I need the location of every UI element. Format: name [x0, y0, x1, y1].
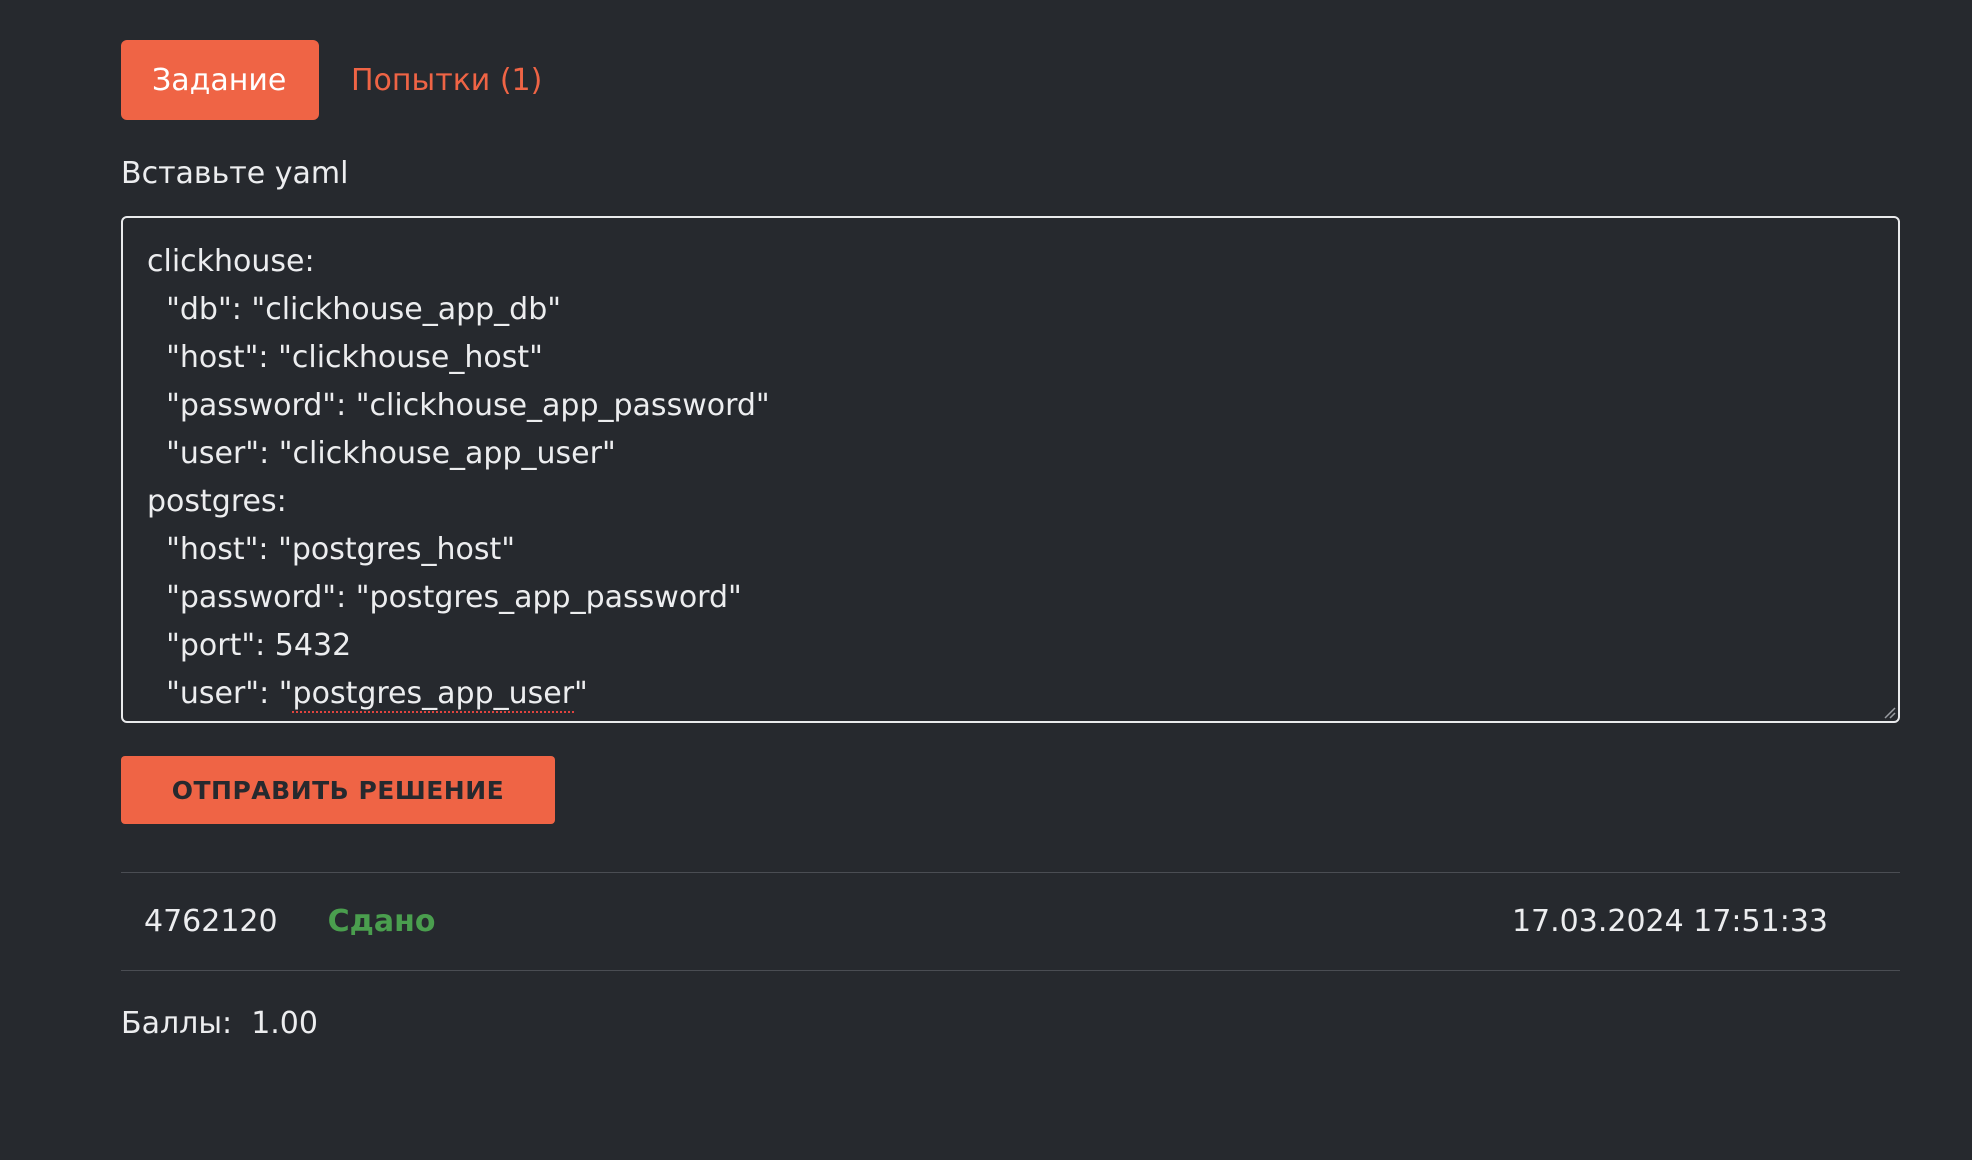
tab-task[interactable]: Задание: [121, 40, 319, 120]
code-line: "port": 5432: [147, 628, 352, 663]
attempt-timestamp: 17.03.2024 17:51:33: [1511, 904, 1828, 939]
code-line: "db": "clickhouse_app_db": [147, 292, 562, 327]
divider: [121, 970, 1900, 971]
attempt-id: 4762120: [144, 904, 278, 939]
tabs-bar: Задание Попытки (1): [121, 40, 542, 120]
code-line-suffix: ": [574, 676, 588, 711]
score-label: Баллы:: [121, 1006, 233, 1041]
code-line: "password": "postgres_app_password": [147, 580, 742, 615]
tab-attempts-label: Попытки (1): [351, 62, 543, 98]
yaml-textarea[interactable]: clickhouse: "db": "clickhouse_app_db" "h…: [121, 216, 1900, 723]
attempt-row: 4762120 Сдано 17.03.2024 17:51:33: [121, 873, 1900, 970]
code-line: postgres:: [147, 484, 287, 519]
tab-attempts[interactable]: Попытки (1): [319, 40, 542, 120]
resize-handle-icon[interactable]: [1882, 705, 1896, 719]
code-line-prefix: "user": ": [147, 676, 293, 711]
code-line-last: "user": "postgres_app_user": [147, 670, 1874, 718]
tab-task-label: Задание: [152, 62, 287, 98]
code-line: "host": "postgres_host": [147, 532, 516, 567]
task-page: Задание Попытки (1) Вставьте yaml clickh…: [0, 0, 1972, 1160]
code-line: clickhouse:: [147, 244, 315, 279]
code-line: "password": "clickhouse_app_password": [147, 388, 770, 423]
submit-solution-button[interactable]: ОТПРАВИТЬ РЕШЕНИЕ: [121, 756, 555, 824]
score-value: 1.00: [251, 1006, 318, 1041]
spellcheck-flagged-word: postgres_app_user: [292, 676, 575, 711]
yaml-field-label: Вставьте yaml: [121, 156, 349, 191]
status-badge: Сдано: [327, 904, 436, 939]
code-line: "user": "clickhouse_app_user": [147, 436, 616, 471]
code-line: "host": "clickhouse_host": [147, 340, 543, 375]
score: Баллы: 1.00: [121, 1006, 318, 1041]
